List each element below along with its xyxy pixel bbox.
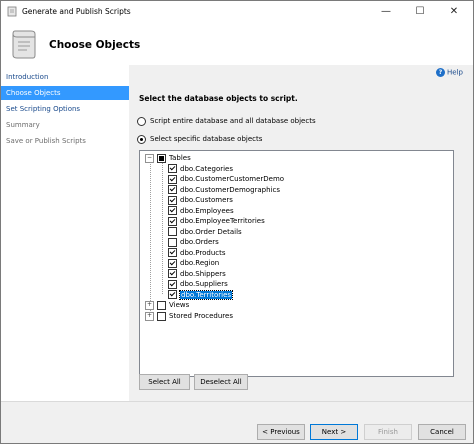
nav-item-choose-objects[interactable]: Choose Objects <box>1 86 129 100</box>
expand-views-toggle[interactable]: + <box>145 300 154 310</box>
radio-specific-label: Select specific database objects <box>150 135 263 143</box>
table-checkbox[interactable] <box>168 258 177 268</box>
minimize-button[interactable]: — <box>369 1 403 23</box>
table-row[interactable]: dbo.Suppliers <box>168 279 228 289</box>
close-button[interactable]: ✕ <box>437 1 471 23</box>
dialog-window: Generate and Publish Scripts — ☐ ✕ Choos… <box>0 0 474 444</box>
table-name: dbo.CustomerDemographics <box>180 185 281 194</box>
table-row[interactable]: dbo.EmployeeTerritories <box>168 216 265 226</box>
table-checkbox[interactable] <box>168 279 177 289</box>
table-row[interactable]: dbo.Products <box>168 248 226 258</box>
table-row[interactable]: dbo.Categories <box>168 164 233 174</box>
help-label: Help <box>447 68 463 77</box>
select-all-button[interactable]: Select All <box>139 374 190 390</box>
nav-item-introduction[interactable]: Introduction <box>1 70 129 84</box>
table-checkbox[interactable] <box>168 248 177 257</box>
views-checkbox[interactable] <box>157 300 166 310</box>
help-link[interactable]: ? Help <box>436 68 463 77</box>
table-name: dbo.Employees <box>180 206 234 215</box>
table-name: dbo.Territories <box>178 289 234 300</box>
table-row[interactable]: dbo.CustomerDemographics <box>168 185 280 195</box>
table-name: dbo.Products <box>180 248 226 257</box>
table-checkbox[interactable] <box>168 185 177 194</box>
content-panel: ? Help Select the database objects to scr… <box>129 65 473 401</box>
wizard-footer: < Previous Next > Finish Cancel <box>1 401 473 443</box>
instruction-text: Select the database objects to script. <box>139 94 298 103</box>
finish-button: Finish <box>364 424 412 440</box>
table-row[interactable]: dbo.Orders <box>168 237 219 247</box>
table-row[interactable]: dbo.CustomerCustomerDemo <box>168 174 284 184</box>
tables-label: Tables <box>169 154 191 162</box>
radio-entire-indicator[interactable] <box>137 116 146 126</box>
deselect-all-button[interactable]: Deselect All <box>194 374 248 390</box>
table-name: dbo.CustomerCustomerDemo <box>180 175 285 183</box>
object-tree[interactable]: − Tables dbo.Categories dbo.CustomerCusto… <box>139 150 454 377</box>
table-name: dbo.Customers <box>180 196 233 204</box>
radio-entire-label: Script entire database and all database … <box>150 117 316 125</box>
window-title: Generate and Publish Scripts <box>22 7 131 16</box>
page-title: Choose Objects <box>49 39 141 51</box>
wizard-header: Choose Objects <box>1 23 473 66</box>
table-row[interactable]: dbo.Shippers <box>168 269 226 279</box>
tree-node-tables[interactable]: − Tables <box>145 153 191 163</box>
procedures-label: Stored Procedures <box>169 312 233 320</box>
table-checkbox[interactable] <box>168 164 177 173</box>
table-row[interactable]: dbo.Order Details <box>168 227 242 237</box>
cancel-button[interactable]: Cancel <box>418 424 466 440</box>
table-checkbox[interactable] <box>168 174 177 184</box>
table-checkbox[interactable] <box>168 290 177 299</box>
table-checkbox[interactable] <box>168 227 177 236</box>
table-name: dbo.Orders <box>180 238 219 246</box>
previous-button[interactable]: < Previous <box>257 424 305 440</box>
tree-node-stored-procedures[interactable]: + Stored Procedures <box>145 311 233 321</box>
table-checkbox[interactable] <box>168 269 177 278</box>
scroll-script-icon <box>12 30 36 59</box>
radio-select-specific-objects[interactable]: Select specific database objects <box>137 134 262 144</box>
tree-node-views[interactable]: + Views <box>145 300 189 310</box>
table-checkbox[interactable] <box>168 206 177 215</box>
table-name: dbo.Shippers <box>180 269 226 278</box>
table-checkbox[interactable] <box>168 195 177 205</box>
next-button[interactable]: Next > <box>310 424 358 440</box>
help-icon: ? <box>436 68 445 77</box>
views-label: Views <box>169 301 190 309</box>
table-row-selected[interactable]: dbo.Territories <box>168 289 234 300</box>
table-name: dbo.Categories <box>180 164 234 173</box>
scroll-app-icon <box>7 6 17 17</box>
tables-checkbox[interactable] <box>157 153 166 163</box>
procedures-checkbox[interactable] <box>157 311 166 321</box>
expand-procedures-toggle[interactable]: + <box>145 311 154 321</box>
table-name: dbo.Suppliers <box>180 280 228 288</box>
tree-line <box>150 161 151 321</box>
nav-item-summary: Summary <box>6 121 40 129</box>
table-row[interactable]: dbo.Region <box>168 258 219 268</box>
table-name: dbo.Order Details <box>180 227 242 236</box>
table-row[interactable]: dbo.Employees <box>168 206 234 216</box>
maximize-button[interactable]: ☐ <box>403 1 437 23</box>
collapse-tables-toggle[interactable]: − <box>145 153 154 163</box>
table-checkbox[interactable] <box>168 237 177 247</box>
table-name: dbo.Region <box>180 259 220 267</box>
table-row[interactable]: dbo.Customers <box>168 195 233 205</box>
wizard-nav: Introduction Choose Objects Set Scriptin… <box>1 65 129 401</box>
nav-item-save-or-publish: Save or Publish Scripts <box>6 137 86 145</box>
nav-item-set-scripting-options[interactable]: Set Scripting Options <box>1 102 129 116</box>
tree-line <box>162 162 163 294</box>
radio-script-entire-database[interactable]: Script entire database and all database … <box>137 116 316 126</box>
title-bar: Generate and Publish Scripts — ☐ ✕ <box>1 1 473 23</box>
table-name: dbo.EmployeeTerritories <box>180 217 265 225</box>
radio-specific-indicator[interactable] <box>137 134 146 144</box>
table-checkbox[interactable] <box>168 216 177 226</box>
